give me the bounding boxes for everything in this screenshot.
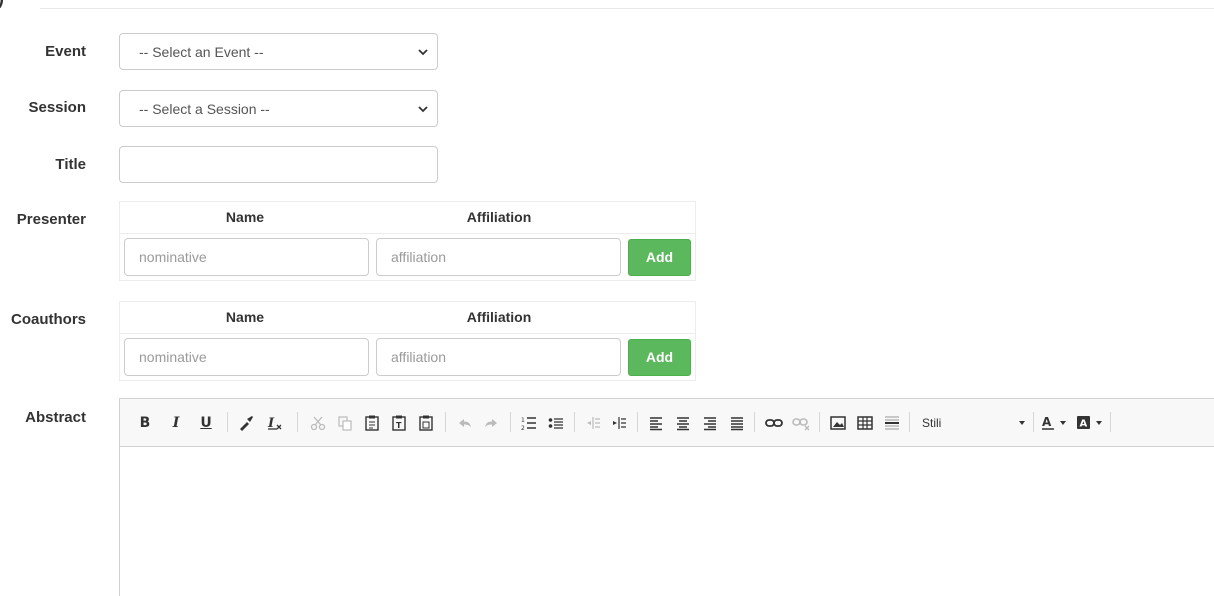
event-select-value: -- Select an Event -- bbox=[139, 43, 264, 60]
editor-toolbar: B I U I T 1 2 Stili A A bbox=[120, 399, 1214, 447]
coauthors-table: Name Affiliation nominative affiliation … bbox=[119, 301, 696, 381]
title-input[interactable] bbox=[119, 146, 438, 183]
presenter-table-header: Name Affiliation bbox=[120, 202, 695, 234]
abstract-editor: B I U I T 1 2 Stili A A bbox=[119, 398, 1214, 596]
paste-icon[interactable] bbox=[363, 414, 381, 432]
abstract-content-area[interactable] bbox=[120, 447, 1214, 596]
align-left-icon[interactable] bbox=[647, 414, 665, 432]
presenter-name-header: Name bbox=[225, 209, 265, 225]
presenter-name-input[interactable]: nominative bbox=[124, 238, 369, 276]
svg-text:A: A bbox=[1080, 419, 1088, 430]
coauthors-add-button[interactable]: Add bbox=[628, 339, 691, 376]
styles-dropdown-label: Stili bbox=[922, 416, 942, 430]
toolbar-separator bbox=[819, 412, 820, 432]
align-justify-icon[interactable] bbox=[728, 414, 746, 432]
event-label: Event bbox=[45, 43, 86, 60]
presenter-label: Presenter bbox=[16, 211, 86, 228]
toolbar-separator bbox=[297, 412, 298, 432]
numbered-list-icon[interactable]: 12 bbox=[520, 414, 538, 432]
svg-text:T: T bbox=[396, 421, 402, 430]
toolbar-separator bbox=[1033, 412, 1034, 432]
redo-icon[interactable] bbox=[482, 414, 500, 432]
background-color-button[interactable]: A bbox=[1076, 414, 1106, 432]
paste-text-icon[interactable]: T bbox=[390, 414, 408, 432]
caret-down-icon bbox=[1019, 421, 1025, 425]
toolbar-separator bbox=[754, 412, 755, 432]
svg-text:1: 1 bbox=[521, 417, 525, 424]
toolbar-separator bbox=[1110, 412, 1111, 432]
toolbar-separator bbox=[510, 412, 511, 432]
toolbar-separator bbox=[227, 412, 228, 432]
presenter-affiliation-header: Affiliation bbox=[466, 209, 532, 225]
chevron-down-icon bbox=[418, 49, 428, 56]
coauthors-name-input[interactable]: nominative bbox=[124, 338, 369, 376]
toolbar-separator bbox=[445, 412, 446, 432]
align-center-icon[interactable] bbox=[674, 414, 692, 432]
cut-icon[interactable] bbox=[309, 414, 327, 432]
session-select[interactable]: -- Select a Session -- bbox=[119, 90, 438, 127]
session-select-value: -- Select a Session -- bbox=[139, 100, 270, 117]
paste-word-icon[interactable] bbox=[417, 414, 435, 432]
horizontal-rule-icon[interactable] bbox=[883, 414, 901, 432]
svg-text:A: A bbox=[1042, 415, 1052, 429]
presenter-affiliation-input[interactable]: affiliation bbox=[376, 238, 621, 276]
svg-text:2: 2 bbox=[521, 425, 525, 431]
coauthors-affiliation-header: Affiliation bbox=[466, 309, 532, 325]
session-label: Session bbox=[28, 99, 86, 116]
table-icon[interactable] bbox=[856, 414, 874, 432]
presenter-table: Name Affiliation nominative affiliation … bbox=[119, 201, 696, 281]
format-painter-icon[interactable] bbox=[237, 414, 255, 432]
bulleted-list-icon[interactable] bbox=[547, 414, 565, 432]
coauthors-name-header: Name bbox=[225, 309, 265, 325]
coauthors-label: Coauthors bbox=[11, 311, 86, 328]
undo-icon[interactable] bbox=[456, 414, 474, 432]
remove-format-icon[interactable]: I bbox=[266, 414, 284, 432]
chevron-down-icon bbox=[418, 106, 428, 113]
styles-dropdown[interactable]: Stili bbox=[916, 414, 1026, 432]
toolbar-separator bbox=[637, 412, 638, 432]
underline-button[interactable]: U bbox=[199, 414, 213, 432]
abstract-label: Abstract bbox=[25, 409, 86, 426]
outdent-icon[interactable] bbox=[584, 414, 602, 432]
event-select[interactable]: -- Select an Event -- bbox=[119, 33, 438, 70]
title-label: Title bbox=[55, 156, 86, 173]
indent-icon[interactable] bbox=[610, 414, 628, 432]
text-color-button[interactable]: A bbox=[1041, 414, 1069, 432]
coauthors-input-row: nominative affiliation Add bbox=[120, 334, 695, 382]
unlink-icon[interactable] bbox=[791, 414, 811, 432]
coauthors-affiliation-input[interactable]: affiliation bbox=[376, 338, 621, 376]
coauthors-table-header: Name Affiliation bbox=[120, 302, 695, 334]
link-icon[interactable] bbox=[764, 414, 784, 432]
presenter-input-row: nominative affiliation Add bbox=[120, 234, 695, 282]
copy-icon[interactable] bbox=[336, 414, 354, 432]
toolbar-separator bbox=[909, 412, 910, 432]
presenter-add-button[interactable]: Add bbox=[628, 239, 691, 276]
italic-button[interactable]: I bbox=[169, 414, 183, 432]
page-header-fragment: ) bbox=[0, 0, 4, 9]
image-icon[interactable] bbox=[829, 414, 847, 432]
header-divider bbox=[40, 8, 1214, 9]
align-right-icon[interactable] bbox=[701, 414, 719, 432]
toolbar-separator bbox=[574, 412, 575, 432]
bold-button[interactable]: B bbox=[138, 414, 152, 432]
